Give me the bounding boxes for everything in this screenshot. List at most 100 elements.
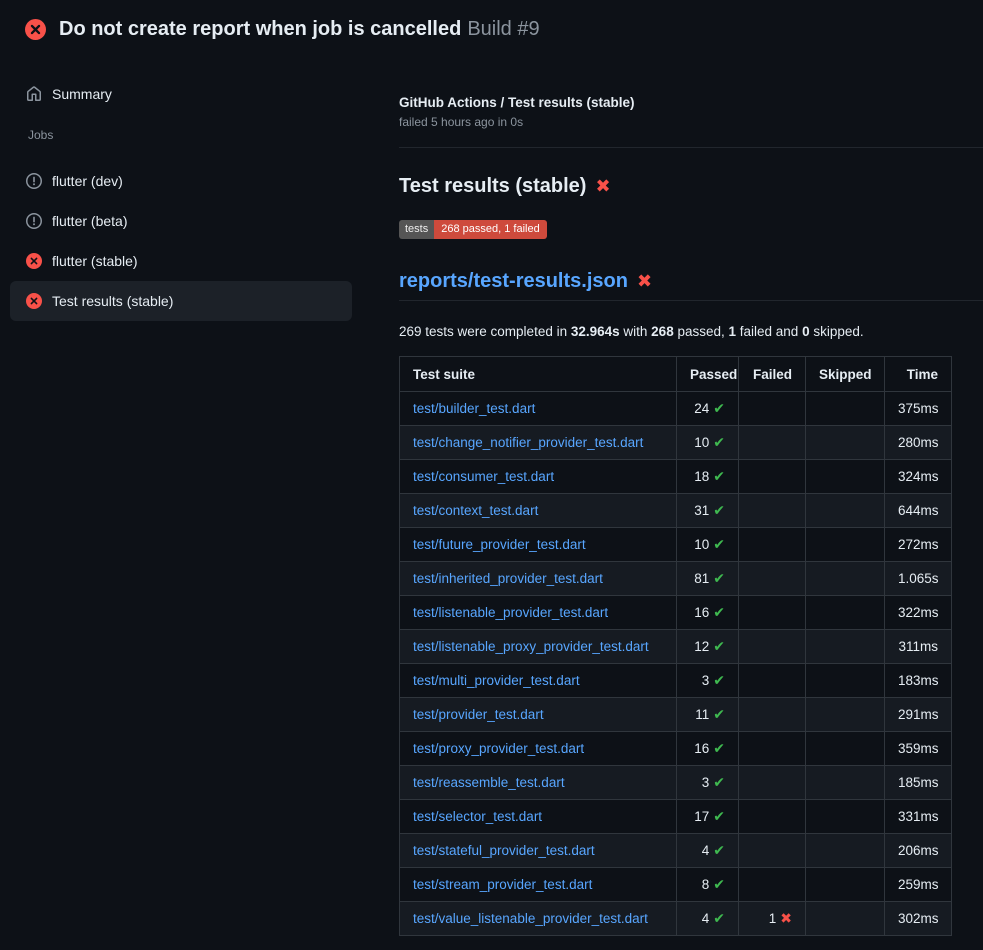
summary-text: skipped. xyxy=(810,324,864,339)
summary-text: passed, xyxy=(674,324,729,339)
breadcrumb: GitHub Actions / Test results (stable) xyxy=(399,94,983,112)
check-icon: ✔ xyxy=(713,876,725,892)
check-title: Do not create report when job is cancell… xyxy=(59,18,461,40)
table-row: test/reassemble_test.dart3✔185ms xyxy=(400,766,952,800)
table-row: test/stateful_provider_test.dart4✔206ms xyxy=(400,834,952,868)
skipped-cell xyxy=(806,460,885,494)
passed-cell: 10✔ xyxy=(677,426,739,460)
failed-cell xyxy=(739,562,806,596)
report-link[interactable]: reports/test-results.json xyxy=(399,269,628,293)
passed-cell: 31✔ xyxy=(677,494,739,528)
failed-x-circle-icon xyxy=(25,19,46,40)
failed-cell xyxy=(739,664,806,698)
table-row: test/context_test.dart 31✔ 644ms xyxy=(400,494,952,528)
check-icon: ✔ xyxy=(713,910,725,926)
test-suite-link[interactable]: test/change_notifier_provider_test.dart xyxy=(413,435,643,450)
time-cell: 259ms xyxy=(885,868,952,902)
test-suite-link[interactable]: test/consumer_test.dart xyxy=(413,469,554,484)
time-cell: 206ms xyxy=(885,834,952,868)
tests-badge: tests 268 passed, 1 failed xyxy=(399,220,547,239)
table-row: test/provider_test.dart11✔291ms xyxy=(400,698,952,732)
section-title: Test results (stable)✖ xyxy=(399,174,983,198)
skipped-cell xyxy=(806,426,885,460)
job-label: flutter (stable) xyxy=(52,253,138,269)
test-results-table: Test suitePassedFailedSkippedTime test/b… xyxy=(399,356,952,936)
table-row: test/consumer_test.dart18✔324ms xyxy=(400,460,952,494)
section-title-text: Test results (stable) xyxy=(399,174,586,198)
test-suite-link[interactable]: test/inherited_provider_test.dart xyxy=(413,571,603,586)
check-icon: ✔ xyxy=(713,570,725,586)
test-suite-link[interactable]: test/stream_provider_test.dart xyxy=(413,877,592,892)
check-icon: ✔ xyxy=(713,604,725,620)
test-suite-cell: test/listenable_proxy_provider_test.dart xyxy=(400,630,677,664)
test-suite-link[interactable]: test/reassemble_test.dart xyxy=(413,775,565,790)
time-cell: 183ms xyxy=(885,664,952,698)
test-suite-link[interactable]: test/proxy_provider_test.dart xyxy=(413,741,584,756)
skipped-cell xyxy=(806,902,885,936)
test-suite-cell: test/value_listenable_provider_test.dart xyxy=(400,902,677,936)
test-suite-link[interactable]: test/builder_test.dart xyxy=(413,401,535,416)
passed-cell: 3✔ xyxy=(677,766,739,800)
failed-cell xyxy=(739,868,806,902)
time-cell: 291ms xyxy=(885,698,952,732)
summary-text: 269 tests were completed in xyxy=(399,324,571,339)
test-suite-link[interactable]: test/provider_test.dart xyxy=(413,707,544,722)
page-title: Do not create report when job is cancell… xyxy=(59,17,540,41)
column-header-failed: Failed xyxy=(739,357,806,392)
failed-cell xyxy=(739,766,806,800)
test-suite-link[interactable]: test/listenable_proxy_provider_test.dart xyxy=(413,639,649,654)
x-icon: ✖ xyxy=(780,910,792,926)
check-icon: ✔ xyxy=(713,774,725,790)
test-suite-link[interactable]: test/future_provider_test.dart xyxy=(413,537,586,552)
summary-text: with xyxy=(620,324,652,339)
job-label: Test results (stable) xyxy=(52,293,173,309)
sidebar-job-flutter-stable[interactable]: flutter (stable) xyxy=(10,241,352,281)
failed-cell xyxy=(739,596,806,630)
failed-x-circle-icon xyxy=(26,293,42,309)
time-cell: 359ms xyxy=(885,732,952,766)
failed-cell xyxy=(739,732,806,766)
test-suite-link[interactable]: test/context_test.dart xyxy=(413,503,538,518)
home-icon xyxy=(26,86,42,102)
table-row: test/future_provider_test.dart10✔272ms xyxy=(400,528,952,562)
passed-cell: 8✔ xyxy=(677,868,739,902)
sidebar-item-summary[interactable]: Summary xyxy=(10,74,352,114)
test-suite-link[interactable]: test/selector_test.dart xyxy=(413,809,542,824)
skipped-cell xyxy=(806,698,885,732)
check-icon: ✔ xyxy=(713,536,725,552)
time-cell: 324ms xyxy=(885,460,952,494)
passed-cell: 4✔ xyxy=(677,902,739,936)
column-header-test-suite: Test suite xyxy=(400,357,677,392)
sidebar-job-flutter-dev[interactable]: flutter (dev) xyxy=(10,161,352,201)
test-suite-link[interactable]: test/value_listenable_provider_test.dart xyxy=(413,911,648,926)
test-suite-cell: test/builder_test.dart xyxy=(400,392,677,426)
failed-cell xyxy=(739,698,806,732)
test-suite-link[interactable]: test/stateful_provider_test.dart xyxy=(413,843,595,858)
failed-cell xyxy=(739,834,806,868)
skipped-cell xyxy=(806,528,885,562)
report-heading: reports/test-results.json✖ xyxy=(399,269,983,301)
summary-line: 269 tests were completed in 32.964s with… xyxy=(399,323,983,340)
time-cell: 302ms xyxy=(885,902,952,936)
test-suite-cell: test/future_provider_test.dart xyxy=(400,528,677,562)
test-suite-cell: test/multi_provider_test.dart xyxy=(400,664,677,698)
skipped-cell xyxy=(806,630,885,664)
build-number: Build #9 xyxy=(467,18,539,40)
test-suite-cell: test/context_test.dart xyxy=(400,494,677,528)
failed-cell xyxy=(739,630,806,664)
test-suite-link[interactable]: test/listenable_provider_test.dart xyxy=(413,605,608,620)
failed-cell xyxy=(739,494,806,528)
time-cell: 644ms xyxy=(885,494,952,528)
time-cell: 272ms xyxy=(885,528,952,562)
summary-text: failed and xyxy=(736,324,802,339)
skipped-cell xyxy=(806,664,885,698)
sidebar-job-flutter-beta[interactable]: flutter (beta) xyxy=(10,201,352,241)
column-header-skipped: Skipped xyxy=(806,357,885,392)
passed-cell: 17✔ xyxy=(677,800,739,834)
failed-cell xyxy=(739,800,806,834)
sidebar-job-test-results-stable[interactable]: Test results (stable) xyxy=(10,281,352,321)
failed-cell xyxy=(739,460,806,494)
job-label: flutter (beta) xyxy=(52,213,127,229)
time-cell: 331ms xyxy=(885,800,952,834)
test-suite-link[interactable]: test/multi_provider_test.dart xyxy=(413,673,580,688)
